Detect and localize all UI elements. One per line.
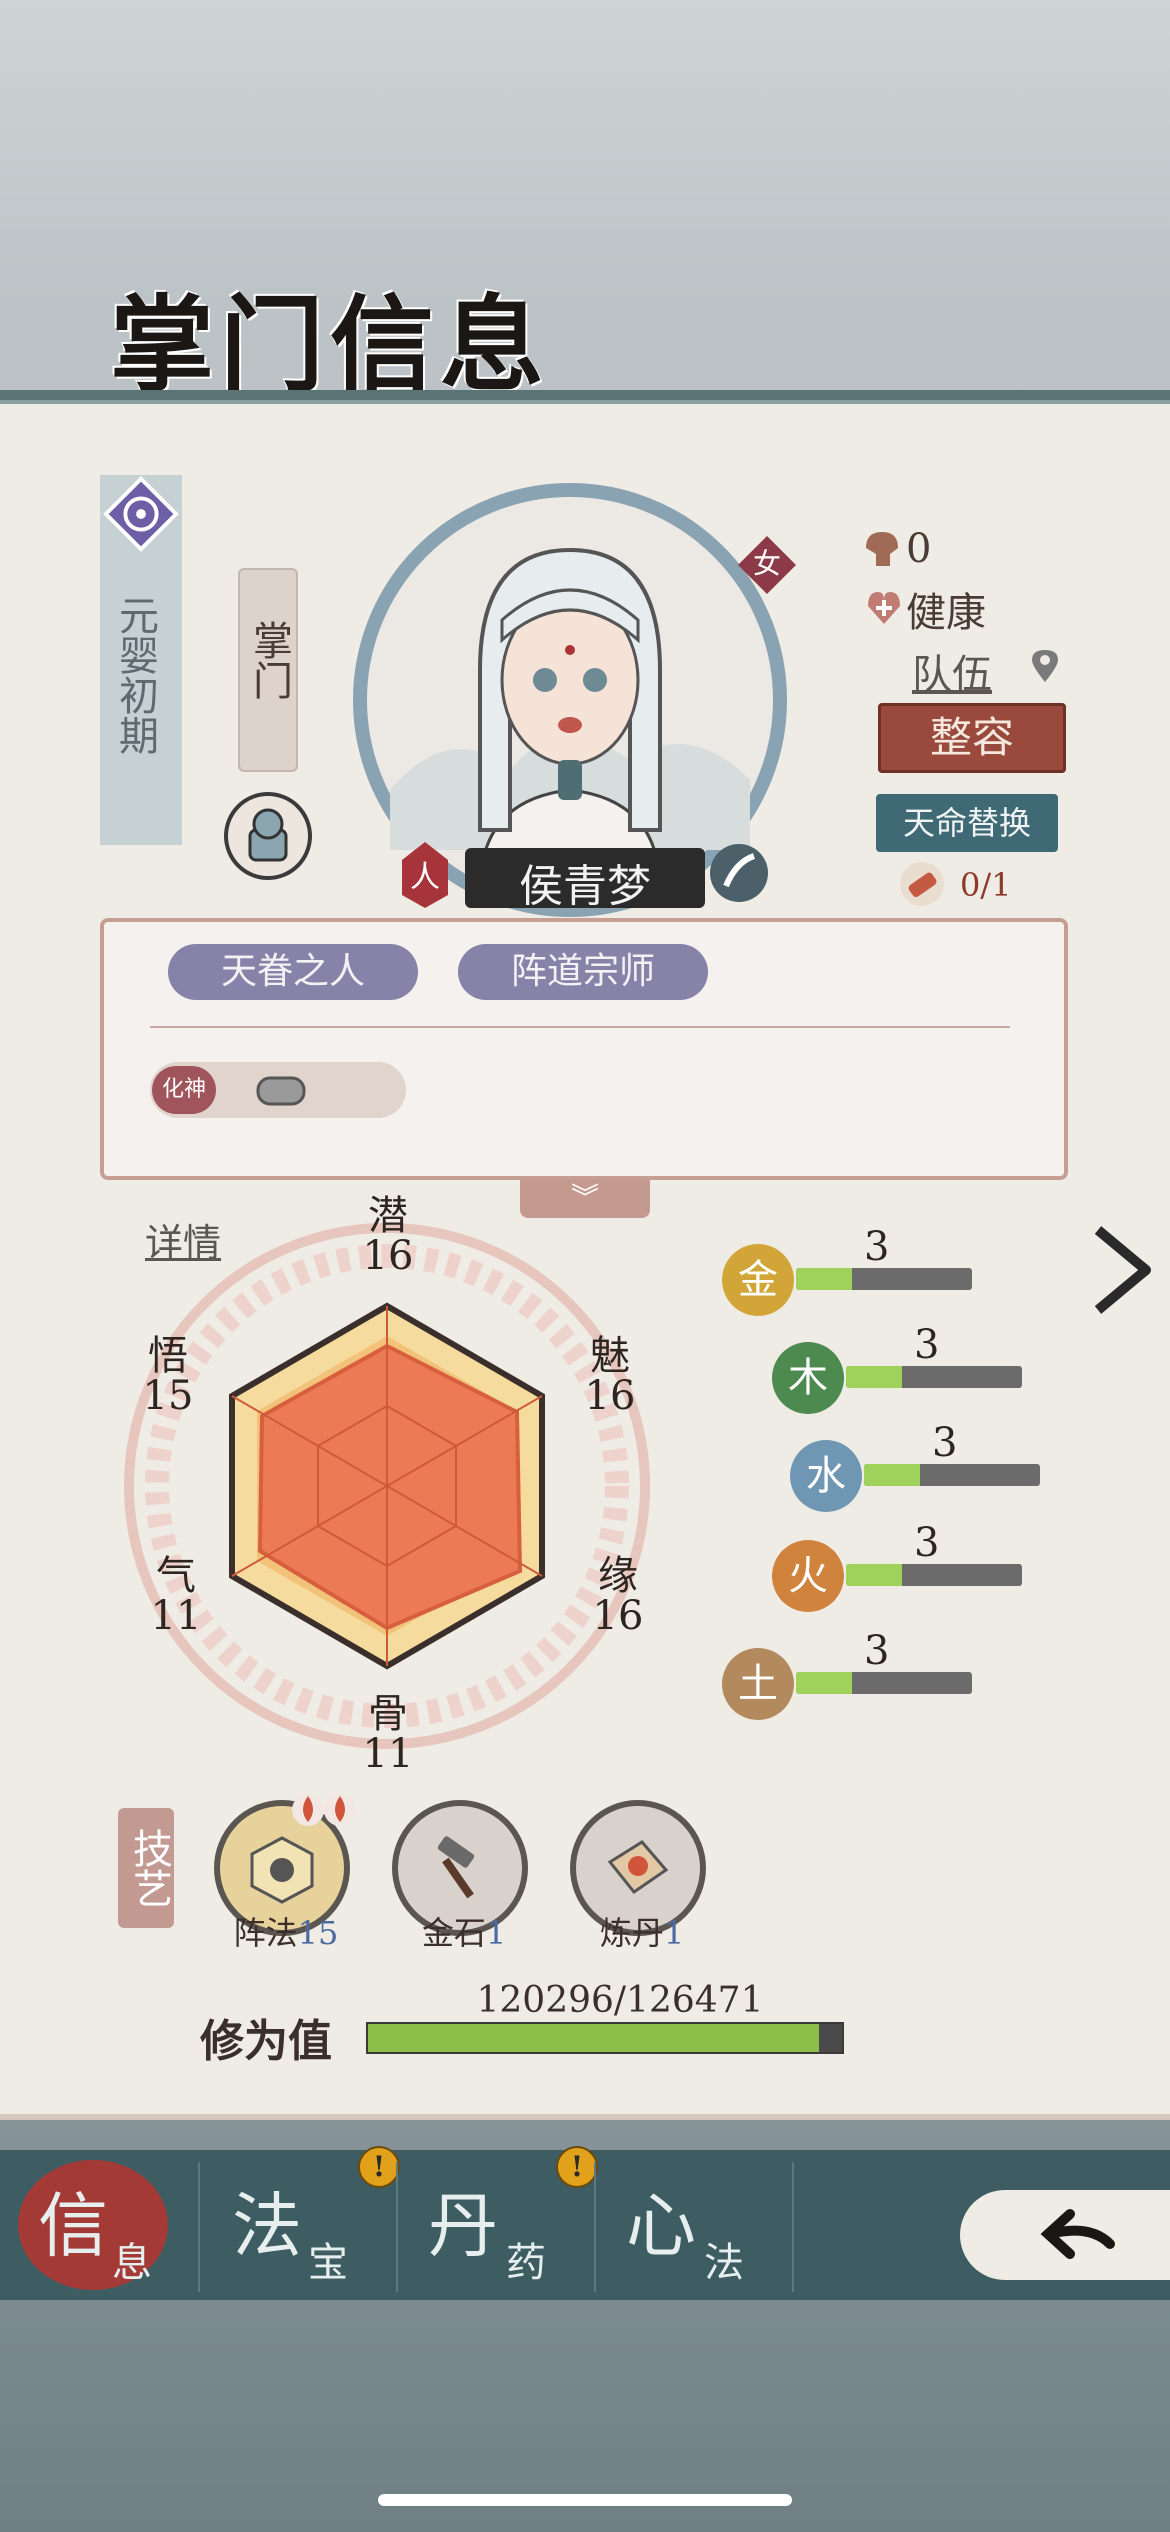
character-name: 侯青梦 <box>519 861 651 912</box>
pill-icon <box>256 1076 306 1106</box>
element-metal-icon: 金 <box>722 1244 794 1316</box>
pills-alert-icon: ! <box>556 2146 598 2188</box>
location-pin-icon <box>1032 650 1058 682</box>
element-fire-value: 3 <box>914 1520 940 1566</box>
tianming-count: 0/1 <box>960 866 1012 904</box>
nav-treasure-big[interactable]: 法 <box>232 2170 302 2271</box>
attr-mei-label: 魅 <box>590 1333 630 1379</box>
nav-method-small[interactable]: 法 <box>704 2230 744 2288</box>
element-water-icon: 水 <box>790 1440 862 1512</box>
xp-text: 120296/126471 <box>476 1980 764 2021</box>
skill-array-label: 阵法15 <box>233 1914 339 1952</box>
health-icon <box>868 592 900 624</box>
element-fire-icon: 火 <box>772 1540 844 1612</box>
trait-tag[interactable]: 阵道宗师 <box>458 944 708 1000</box>
realm-badge-icon <box>103 476 179 552</box>
trait-tag[interactable]: 天眷之人 <box>168 944 418 1000</box>
rename-brush-icon[interactable] <box>708 842 770 904</box>
element-wood-bar <box>846 1366 1022 1388</box>
nav-pills-small[interactable]: 药 <box>506 2230 546 2288</box>
element-metal-bar <box>796 1268 972 1290</box>
pet-icon[interactable] <box>222 790 314 882</box>
nav-treasure-small[interactable]: 宝 <box>308 2230 348 2288</box>
nav-pills-big[interactable]: 丹 <box>428 2170 498 2271</box>
race-label: 人 <box>410 860 440 895</box>
scroll-icon <box>900 862 944 906</box>
attr-qian-value: 16 <box>362 1233 414 1279</box>
nav-info-small[interactable]: 息 <box>112 2230 152 2288</box>
array-disc-icon <box>250 1836 314 1904</box>
element-earth-icon: 土 <box>722 1648 794 1720</box>
nav-divider <box>396 2162 398 2292</box>
kills-icon <box>866 532 898 566</box>
attr-qi-label: 气 <box>156 1553 196 1599</box>
nav-divider <box>594 2162 596 2292</box>
flame-icon <box>292 1794 356 1826</box>
xp-label: 修为值 <box>200 2016 332 2067</box>
element-wood-icon: 木 <box>772 1342 844 1414</box>
gender-label: 女 <box>752 547 781 580</box>
home-indicator <box>378 2494 792 2506</box>
back-arrow-icon <box>1040 2209 1115 2259</box>
huashen-tag: 化神 <box>152 1066 216 1114</box>
attr-yuan-value: 16 <box>592 1593 644 1639</box>
trait-divider <box>150 1026 1010 1028</box>
element-fire-bar <box>846 1564 1022 1586</box>
zhengrong-button[interactable]: 整容 <box>878 703 1066 773</box>
xp-fill <box>368 2024 819 2052</box>
attr-qian-label: 潜 <box>368 1193 408 1239</box>
skills-label: 技艺 <box>118 1808 174 1928</box>
kills-count: 0 <box>906 526 932 572</box>
element-earth-bar <box>796 1672 972 1694</box>
realm-text: 元婴初期 <box>112 595 158 755</box>
attr-qi-value: 11 <box>150 1593 202 1639</box>
attr-gu-label: 骨 <box>368 1691 408 1737</box>
health-status: 健康 <box>906 590 986 636</box>
page-title: 掌门信息 <box>110 283 551 406</box>
element-wood-value: 3 <box>914 1322 940 1368</box>
nav-divider <box>792 2162 794 2292</box>
element-water-value: 3 <box>932 1420 958 1466</box>
attr-wu-value: 15 <box>142 1373 194 1419</box>
expand-chevron-icon[interactable]: ︾ <box>520 1180 650 1218</box>
tianming-replace-button[interactable]: 天命替换 <box>876 794 1058 852</box>
attr-mei-value: 16 <box>584 1373 636 1419</box>
skill-alchemy-label: 炼丹1 <box>599 1914 685 1952</box>
element-metal-value: 3 <box>864 1224 890 1270</box>
treasure-alert-icon: ! <box>358 2146 400 2188</box>
nav-method-big[interactable]: 心 <box>626 2170 696 2271</box>
pill-plate-icon <box>607 1840 669 1895</box>
attr-yuan-label: 缘 <box>598 1553 638 1599</box>
hammer-icon <box>437 1836 475 1899</box>
skill-metalstone-label: 金石1 <box>421 1914 507 1952</box>
nav-info-big[interactable]: 信 <box>38 2170 108 2271</box>
nav-divider <box>198 2162 200 2292</box>
attr-wu-label: 悟 <box>148 1333 188 1379</box>
next-page-arrow-icon[interactable] <box>1088 1220 1158 1320</box>
attr-gu-value: 11 <box>362 1731 414 1777</box>
team-link[interactable]: 队伍 <box>912 642 992 700</box>
role-text: 掌门 <box>246 620 292 700</box>
xp-bar <box>366 2022 844 2054</box>
element-earth-value: 3 <box>864 1628 890 1674</box>
element-water-bar <box>864 1464 1040 1486</box>
